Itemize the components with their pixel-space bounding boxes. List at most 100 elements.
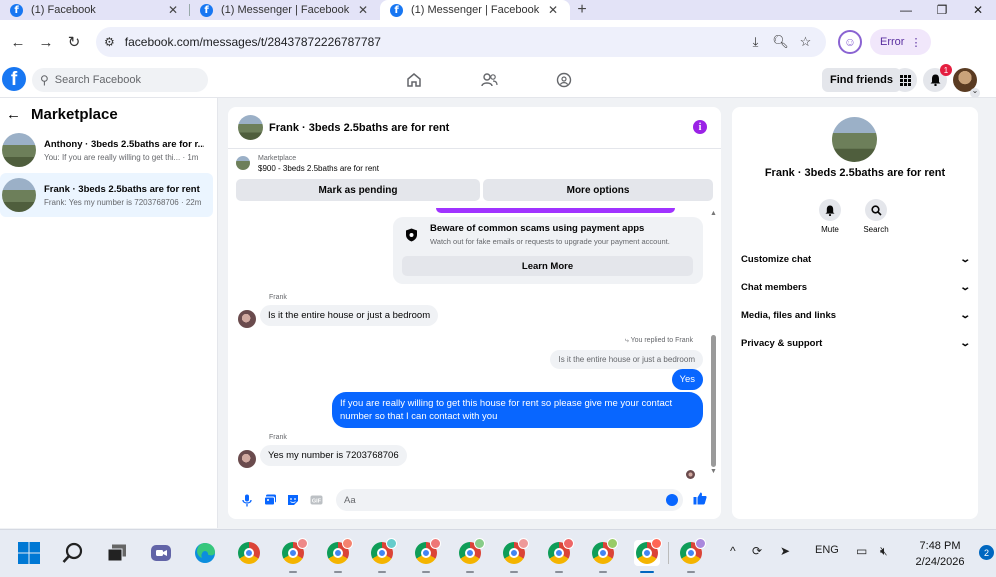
chat-avatar[interactable] [238, 115, 263, 140]
url-text[interactable]: facebook.com/messages/t/2843787222678778… [125, 35, 743, 49]
facebook-favicon-icon: f [10, 3, 23, 17]
chrome-profile-icon-active[interactable] [634, 538, 662, 573]
photo-icon[interactable] [259, 491, 281, 509]
conversation-item-frank[interactable]: Frank · 3beds 2.5baths are for rent Fran… [0, 173, 213, 217]
microphone-icon[interactable] [236, 491, 258, 509]
message-input[interactable]: Aa [336, 489, 683, 511]
search-label: Search [863, 225, 889, 234]
system-clock[interactable]: 7:48 PM 2/24/2026 [905, 538, 975, 570]
more-options-button[interactable]: More options [483, 179, 713, 201]
thumbs-up-icon[interactable] [693, 492, 707, 508]
conversation-name: Frank · 3beds 2.5baths are for rent [44, 183, 200, 195]
sticker-icon[interactable] [282, 491, 304, 509]
chrome-profile-icon[interactable] [280, 538, 308, 573]
chrome-profile-icon[interactable] [546, 538, 574, 573]
chrome-profile-icon[interactable] [325, 538, 353, 573]
message-list[interactable]: Beware of common scams using payment app… [228, 208, 721, 482]
friends-icon[interactable] [479, 70, 499, 90]
emoji-icon[interactable] [666, 494, 678, 506]
search-icon: ⚲ [40, 73, 49, 87]
mark-as-pending-button[interactable]: Mark as pending [236, 179, 480, 201]
zoom-icon[interactable]: 🔍︎ [768, 34, 793, 50]
close-window-icon[interactable]: ✕ [960, 0, 996, 20]
speaker-muted-icon[interactable]: 🔇︎ [880, 544, 888, 559]
scrollbar-thumb[interactable] [711, 335, 716, 467]
message-sender: Frank [269, 294, 287, 301]
chrome-icon[interactable] [236, 540, 262, 566]
site-settings-icon[interactable]: ⚙ [104, 35, 115, 49]
close-tab-icon[interactable]: ✕ [546, 3, 560, 17]
menu-grid-icon[interactable] [893, 68, 917, 92]
windows-start-icon[interactable] [16, 540, 42, 566]
gif-icon[interactable]: GIF [305, 491, 327, 509]
location-arrow-icon[interactable]: ➤ [780, 544, 790, 558]
account-avatar[interactable] [953, 68, 980, 98]
search-in-chat-button[interactable]: Search [856, 199, 896, 234]
conversation-item-anthony[interactable]: Anthony · 3beds 2.5baths are for r... Yo… [0, 128, 213, 172]
chat-details-avatar[interactable] [832, 117, 877, 162]
forward-arrow-icon[interactable]: → [32, 28, 60, 56]
chrome-profile-icon[interactable] [413, 538, 441, 573]
find-friends-button[interactable]: Find friends [822, 68, 901, 92]
sender-avatar[interactable] [238, 310, 256, 328]
scam-warning-card: Beware of common scams using payment app… [393, 217, 703, 284]
info-icon[interactable]: i [693, 120, 707, 134]
section-label: Privacy & support [741, 337, 823, 349]
mute-button[interactable]: Mute [810, 199, 850, 234]
notifications-bell-icon[interactable]: 1 [923, 64, 952, 92]
replied-indicator: ⤷ You replied to Frank [625, 337, 693, 345]
back-arrow-icon[interactable]: ← [4, 28, 32, 56]
show-hidden-icons-chevron-icon[interactable]: ^ [730, 544, 736, 558]
reload-icon[interactable]: ↻ [60, 28, 88, 56]
browser-tab[interactable]: f (1) Facebook ✕ [0, 0, 190, 20]
customize-chat-row[interactable]: Customize chat ⌄ [741, 250, 971, 268]
language-indicator[interactable]: ENG [815, 544, 839, 556]
teams-chat-icon[interactable] [148, 540, 174, 566]
chrome-profile-icon[interactable] [590, 538, 618, 573]
chevron-down-icon: ⌄ [958, 309, 971, 321]
chat-members-row[interactable]: Chat members ⌄ [741, 278, 971, 296]
groups-icon[interactable] [554, 70, 574, 90]
kebab-menu-icon[interactable]: ⋮ [910, 36, 921, 49]
media-files-links-row[interactable]: Media, files and links ⌄ [741, 306, 971, 324]
browser-tab[interactable]: f (1) Messenger | Facebook ✕ [190, 0, 380, 20]
incoming-message: Is it the entire house or just a bedroom [260, 305, 439, 326]
chrome-profile-icon[interactable] [369, 538, 397, 573]
edge-browser-icon[interactable] [192, 540, 218, 566]
sync-alert-icon[interactable]: ⟳ [752, 544, 762, 558]
learn-more-button[interactable]: Learn More [402, 256, 693, 276]
chrome-profile-icon[interactable] [678, 538, 706, 573]
restore-icon[interactable]: ❐ [924, 0, 960, 20]
bookmark-star-icon[interactable]: ☆ [793, 34, 818, 50]
clock-date: 2/24/2026 [915, 556, 965, 568]
browser-tab-active[interactable]: f (1) Messenger | Facebook ✕ [380, 0, 570, 20]
sender-avatar[interactable] [238, 450, 256, 468]
chrome-profile-icon[interactable] [501, 538, 529, 573]
notification-badge: 1 [940, 64, 952, 76]
display-icon[interactable]: ▭ [856, 544, 867, 558]
back-arrow-icon[interactable]: ← [6, 106, 21, 123]
marketplace-listing-info[interactable]: Marketplace $900 - 3beds 2.5baths are fo… [236, 155, 379, 173]
minimize-icon[interactable]: — [888, 0, 924, 20]
home-icon[interactable] [404, 70, 424, 90]
privacy-support-row[interactable]: Privacy & support ⌄ [741, 334, 971, 352]
scrollbar[interactable]: ▲ ▼ [710, 210, 717, 478]
facebook-search-input[interactable]: ⚲ Search Facebook [32, 68, 208, 92]
facebook-logo-icon[interactable]: f [2, 67, 26, 91]
plus-icon[interactable]: + [570, 0, 594, 20]
notification-center-badge[interactable]: 2 [979, 545, 994, 560]
close-tab-icon[interactable]: ✕ [166, 3, 180, 17]
scroll-down-icon[interactable]: ▼ [710, 468, 717, 475]
facebook-top-nav: f ⚲ Search Facebook Find friends 1 [0, 64, 996, 98]
search-icon[interactable] [60, 540, 86, 566]
scroll-up-icon[interactable]: ▲ [710, 210, 717, 217]
chat-title[interactable]: Frank · 3beds 2.5baths are for rent [269, 122, 449, 134]
address-bar[interactable]: ⚙ facebook.com/messages/t/28437872226787… [96, 27, 826, 57]
task-view-icon[interactable] [104, 540, 130, 566]
chrome-profile-icon[interactable] [457, 538, 485, 573]
close-tab-icon[interactable]: ✕ [356, 3, 370, 17]
tab-title: (1) Facebook [31, 4, 96, 16]
install-icon[interactable]: ⤓ [743, 34, 768, 50]
profile-icon[interactable]: ☺ [838, 30, 862, 54]
profile-error-button[interactable]: Error ⋮ [870, 29, 932, 55]
